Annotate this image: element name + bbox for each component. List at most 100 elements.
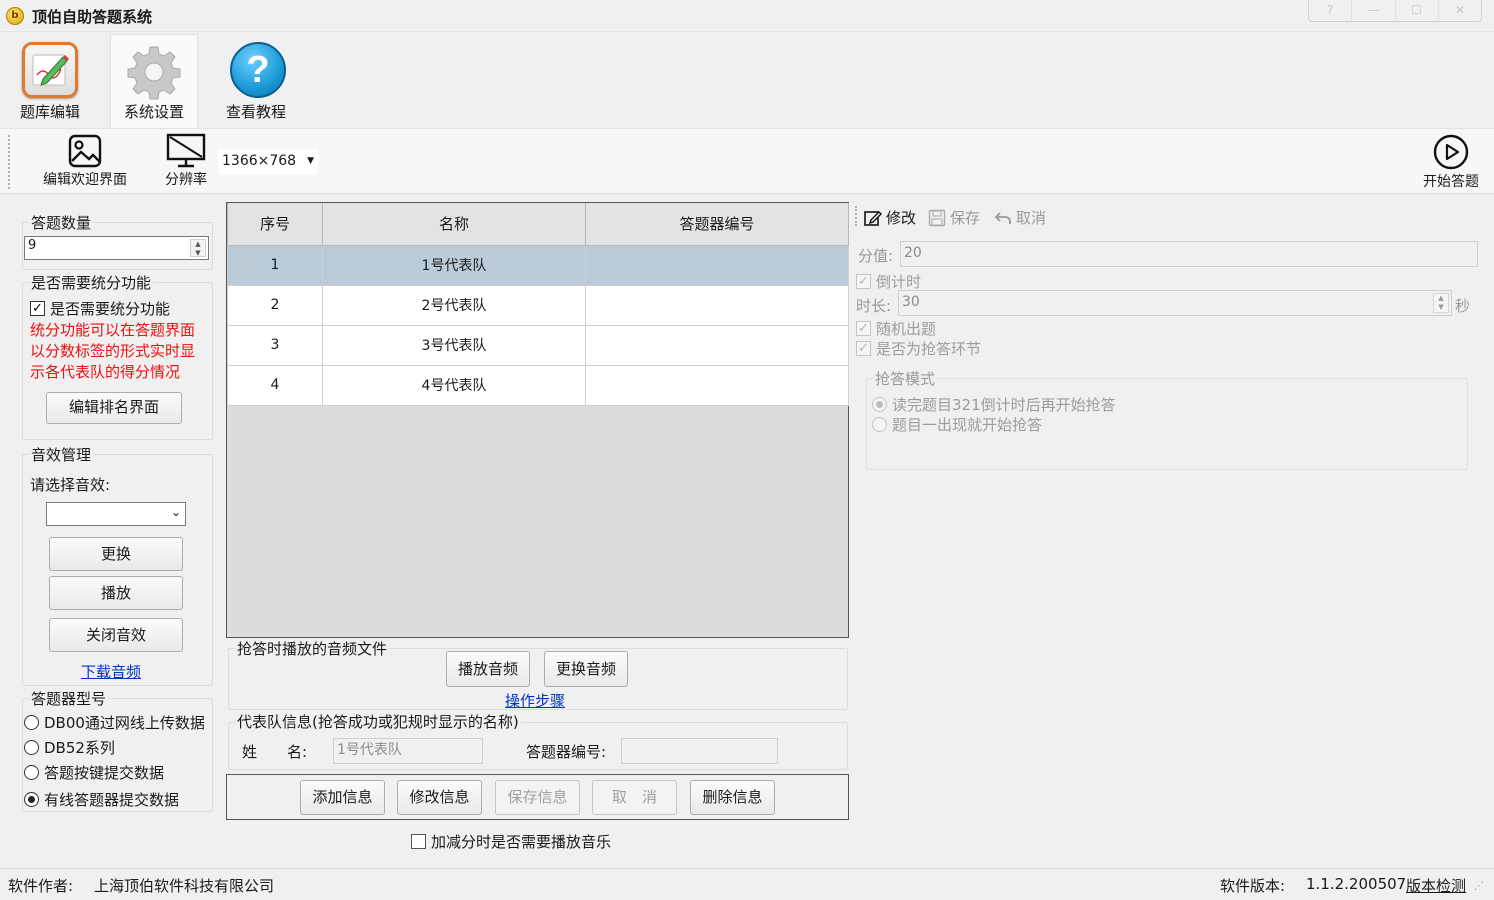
- rush-mode-label: 读完题目321倒计时后再开始抢答: [892, 396, 1116, 414]
- tab-label: 题库编辑: [19, 103, 80, 121]
- right-save-button[interactable]: 保存: [928, 207, 980, 228]
- window-title: 顶伯自助答题系统: [32, 8, 153, 26]
- table-cell[interactable]: 4号代表队: [322, 364, 586, 406]
- tab-tutorial[interactable]: ? 查看教程: [210, 34, 302, 128]
- save-icon: [928, 209, 946, 226]
- device-number-field[interactable]: [621, 738, 778, 764]
- sound-select[interactable]: ⌄: [46, 502, 186, 526]
- table-row[interactable]: 3 3号代表队: [227, 324, 849, 366]
- device-option[interactable]: 答题按键提交数据: [24, 762, 164, 783]
- table-cell[interactable]: 1号代表队: [322, 244, 586, 286]
- cancel-info-button[interactable]: 取 消: [592, 780, 677, 815]
- download-audio-link[interactable]: 下载音频: [81, 661, 141, 682]
- replace-sound-button[interactable]: 更换: [49, 537, 183, 571]
- device-number-label: 答题器编号:: [526, 743, 607, 761]
- table-row[interactable]: 2 2号代表队: [227, 284, 849, 326]
- start-answer-button[interactable]: 开始答题: [1416, 131, 1486, 191]
- edit-welcome-button[interactable]: 编辑欢迎界面: [36, 131, 134, 189]
- radio-icon: [872, 417, 887, 432]
- table-cell[interactable]: 4: [227, 364, 323, 406]
- table-row[interactable]: 4 4号代表队: [227, 364, 849, 406]
- rush-checkbox[interactable]: ✓ 是否为抢答环节: [856, 338, 981, 359]
- steps-link[interactable]: 操作步骤: [505, 690, 565, 711]
- replace-audio-button[interactable]: 更换音频: [544, 651, 628, 687]
- resolution-button[interactable]: 分辨率: [160, 131, 212, 189]
- device-option-selected[interactable]: 有线答题器提交数据: [24, 789, 179, 810]
- group-title: 抢答时播放的音频文件: [235, 638, 390, 659]
- author-label: 软件作者:: [8, 877, 74, 895]
- play-circle-icon: [1432, 133, 1470, 171]
- close-icon[interactable]: ✕: [1439, 0, 1481, 21]
- play-sound-button[interactable]: 播放: [49, 576, 183, 610]
- table-cell[interactable]: 3号代表队: [322, 324, 586, 366]
- rush-mode-option[interactable]: 题目一出现就开始抢答: [872, 414, 1042, 435]
- minimize-icon[interactable]: —: [1352, 0, 1396, 21]
- column-header-device[interactable]: 答题器编号: [585, 203, 849, 246]
- column-header-name[interactable]: 名称: [322, 203, 586, 246]
- tab-label: 查看教程: [225, 103, 286, 121]
- resolution-value: 1366×768: [222, 153, 297, 169]
- table-cell[interactable]: 2: [227, 284, 323, 326]
- group-title: 答题数量: [29, 212, 94, 233]
- duration-value: 30: [902, 294, 920, 310]
- close-sound-button[interactable]: 关闭音效: [49, 618, 183, 652]
- resize-grip-icon[interactable]: ⋰: [1474, 881, 1484, 892]
- column-header-index[interactable]: 序号: [227, 203, 323, 246]
- chevron-down-icon: ⌄: [170, 505, 181, 519]
- rush-mode-option-selected[interactable]: 读完题目321倒计时后再开始抢答: [872, 394, 1116, 415]
- music-checkbox[interactable]: 加减分时是否需要播放音乐: [411, 831, 611, 852]
- table-cell[interactable]: [585, 364, 849, 406]
- right-cancel-button[interactable]: 取消: [994, 207, 1046, 228]
- version-check-link[interactable]: 版本检测: [1406, 875, 1466, 896]
- spinner-arrows-icon[interactable]: ▲ ▼: [190, 239, 206, 257]
- table-cell[interactable]: [585, 244, 849, 286]
- question-count-spinner[interactable]: 9 ▲ ▼: [24, 236, 209, 260]
- scoring-checkbox[interactable]: ✓ 是否需要统分功能: [30, 298, 170, 319]
- team-grid[interactable]: 序号 名称 答题器编号 1 1号代表队 2 2号代表队 3 3号代表队 4 4号…: [226, 202, 849, 638]
- random-checkbox[interactable]: ✓ 随机出题: [856, 318, 936, 339]
- table-cell[interactable]: 2号代表队: [322, 284, 586, 326]
- rush-mode-label: 题目一出现就开始抢答: [892, 416, 1043, 434]
- play-audio-button[interactable]: 播放音频: [446, 651, 530, 687]
- checkmark-icon: ✓: [30, 301, 45, 316]
- app-icon: b: [6, 7, 24, 25]
- table-row-selected[interactable]: 1 1号代表队: [227, 244, 849, 286]
- add-info-button[interactable]: 添加信息: [300, 780, 385, 815]
- save-info-button[interactable]: 保存信息: [495, 780, 580, 815]
- rush-label: 是否为抢答环节: [876, 340, 982, 358]
- table-cell[interactable]: [585, 284, 849, 326]
- group-title: 答题器型号: [29, 688, 109, 709]
- radio-icon: [24, 765, 39, 780]
- radio-icon: [24, 792, 39, 807]
- sound-select-label: 请选择音效:: [30, 476, 111, 494]
- start-answer-label: 开始答题: [1423, 174, 1479, 190]
- radio-icon: [24, 715, 39, 730]
- maximize-icon[interactable]: ☐: [1396, 0, 1439, 21]
- scoring-note: 统分功能可以在答题界面以分数标签的形式实时显示各代表队的得分情况: [30, 321, 196, 381]
- table-cell[interactable]: 3: [227, 324, 323, 366]
- radio-icon: [24, 740, 39, 755]
- device-option[interactable]: DB52系列: [24, 737, 115, 758]
- duration-spinner[interactable]: 30 ▲ ▼: [898, 290, 1452, 316]
- edit-rank-button[interactable]: 编辑排名界面: [46, 392, 182, 424]
- monitor-icon: [166, 133, 206, 169]
- countdown-checkbox[interactable]: ✓ 倒计时: [856, 271, 921, 292]
- right-modify-button[interactable]: 修改: [864, 207, 916, 228]
- delete-info-button[interactable]: 删除信息: [690, 780, 775, 815]
- countdown-label: 倒计时: [876, 273, 922, 291]
- device-option[interactable]: DB00通过网线上传数据: [24, 712, 205, 733]
- help-window-icon[interactable]: ?: [1309, 0, 1353, 21]
- spinner-arrows-icon[interactable]: ▲ ▼: [1433, 293, 1449, 313]
- score-field[interactable]: 20: [900, 241, 1478, 267]
- tab-question-bank[interactable]: 题库编辑: [4, 34, 96, 128]
- table-cell[interactable]: 1: [227, 244, 323, 286]
- tab-system-settings[interactable]: 系统设置: [110, 34, 198, 128]
- modify-info-button[interactable]: 修改信息: [397, 780, 482, 815]
- toolbar-grip: [855, 206, 857, 226]
- table-cell[interactable]: [585, 324, 849, 366]
- device-option-label: DB52系列: [44, 739, 115, 757]
- author-value: 上海顶伯软件科技有限公司: [94, 877, 275, 895]
- resolution-select[interactable]: 1366×768 ▼: [218, 149, 318, 175]
- name-field[interactable]: 1号代表队: [333, 738, 483, 764]
- dropdown-arrow-icon: ▼: [307, 156, 314, 166]
